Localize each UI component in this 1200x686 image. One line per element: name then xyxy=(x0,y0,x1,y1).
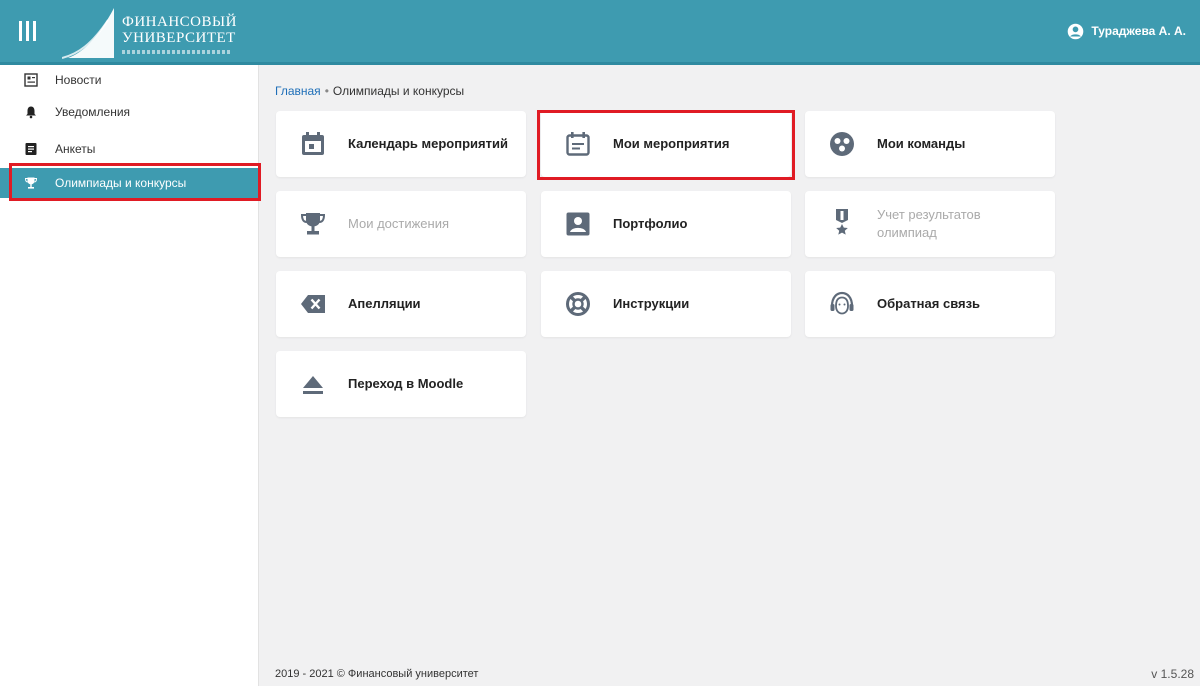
top-header: ФИНАНСОВЫЙ УНИВЕРСИТЕТ Тураджева А. А. xyxy=(0,0,1200,62)
tile-label: Инструкции xyxy=(613,296,690,312)
support-agent-icon xyxy=(830,291,854,315)
logo-emblem-icon xyxy=(62,8,114,59)
tile-moodle[interactable]: Переход в Moodle xyxy=(276,351,526,417)
bell-icon xyxy=(26,106,36,119)
sidebar-item-surveys[interactable]: Анкеты xyxy=(0,134,258,164)
team-icon xyxy=(830,132,854,156)
tile-feedback[interactable]: Обратная связь xyxy=(805,271,1055,337)
breadcrumb: Главная • Олимпиады и конкурсы xyxy=(275,84,464,98)
logo-line1: ФИНАНСОВЫЙ xyxy=(122,14,237,30)
sidebar-item-label: Уведомления xyxy=(55,105,131,119)
eject-icon xyxy=(303,376,323,394)
backspace-icon xyxy=(301,295,325,313)
sidebar-item-notifications[interactable]: Уведомления xyxy=(0,97,258,127)
hamburger-icon[interactable] xyxy=(18,19,40,43)
tile-my-achievements[interactable]: Мои достижения xyxy=(276,191,526,257)
sidebar-item-olympiads[interactable]: Олимпиады и конкурсы xyxy=(0,168,258,198)
lifebuoy-icon xyxy=(566,292,590,316)
sidebar: Новости Уведомления Анкеты Олимпиады и к… xyxy=(0,65,259,686)
logo-tagline xyxy=(122,50,232,54)
tile-label: Мои мероприятия xyxy=(613,136,730,152)
tile-portfolio[interactable]: Портфолио xyxy=(541,191,791,257)
form-icon xyxy=(25,143,37,155)
tile-label: Портфолио xyxy=(613,216,688,232)
tile-my-teams[interactable]: Мои команды xyxy=(805,111,1055,177)
sidebar-item-label: Олимпиады и конкурсы xyxy=(55,176,187,190)
breadcrumb-home-link[interactable]: Главная xyxy=(275,84,321,98)
tile-label: Мои достижения xyxy=(348,216,450,232)
portfolio-icon xyxy=(566,212,590,236)
user-circle-icon xyxy=(1068,23,1084,39)
app-version: v 1.5.28 xyxy=(1151,667,1194,681)
tile-label: Календарь мероприятий xyxy=(348,136,508,152)
tile-label: Переход в Moodle xyxy=(348,376,464,392)
trophy-icon xyxy=(300,213,326,235)
calendar-icon xyxy=(302,132,324,155)
breadcrumb-current: Олимпиады и конкурсы xyxy=(332,84,465,98)
tile-olympiad-results[interactable]: Учет результатов олимпиад xyxy=(805,191,1055,257)
sidebar-item-label: Новости xyxy=(55,73,102,87)
sidebar-item-label: Анкеты xyxy=(55,142,96,156)
tile-label: Обратная связь xyxy=(877,296,981,312)
tile-label: Мои команды xyxy=(877,136,966,152)
tile-label-line1: Учет результатов xyxy=(877,207,981,223)
tile-label: Учет результатов олимпиад xyxy=(877,206,981,241)
breadcrumb-separator: • xyxy=(324,84,329,98)
tile-appeals[interactable]: Апелляции xyxy=(276,271,526,337)
footer-copyright: 2019 - 2021 © Финансовый университет xyxy=(275,668,479,680)
logo-line2: УНИВЕРСИТЕТ xyxy=(122,30,236,46)
tile-my-events[interactable]: Мои мероприятия xyxy=(541,111,791,177)
user-name: Тураджева А. А. xyxy=(1091,24,1186,38)
user-menu[interactable]: Тураджева А. А. xyxy=(1067,20,1186,42)
event-list-icon xyxy=(566,132,590,156)
tile-label: Апелляции xyxy=(348,296,421,312)
tile-events-calendar[interactable]: Календарь мероприятий xyxy=(276,111,526,177)
tile-label-line2: олимпиад xyxy=(877,225,937,240)
university-logo[interactable]: ФИНАНСОВЫЙ УНИВЕРСИТЕТ xyxy=(62,0,237,62)
sidebar-item-news[interactable]: Новости xyxy=(0,65,258,95)
tile-instructions[interactable]: Инструкции xyxy=(541,271,791,337)
medal-icon xyxy=(836,209,848,235)
trophy-icon xyxy=(24,177,38,189)
newspaper-icon xyxy=(24,73,38,87)
